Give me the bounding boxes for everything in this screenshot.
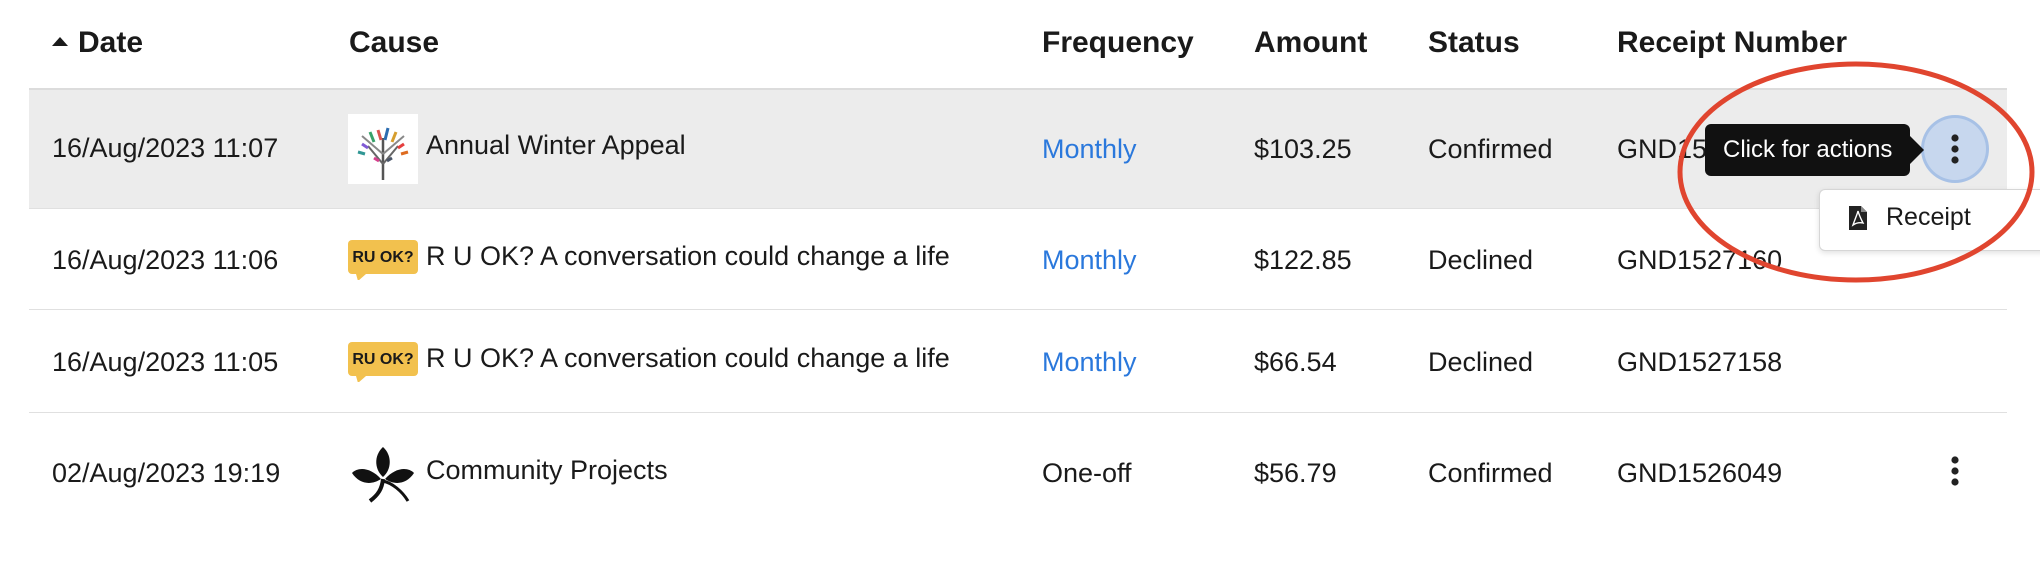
receipt-number-cell: GND1526049 [1617,458,1783,488]
ruok-logo-text: RU OK? [352,249,413,266]
kebab-menu-icon [1951,456,1959,486]
tooltip-text: Click for actions [1723,136,1893,163]
table-row[interactable]: 16/Aug/2023 11:05 RU OK? R U OK? A conve… [29,310,2007,413]
ruok-logo-icon: RU OK? [348,342,418,383]
receipt-number-cell: GND1527160 [1617,245,1783,275]
column-header-frequency[interactable]: Frequency [1042,26,1194,60]
pdf-file-icon [1849,205,1867,230]
actions-kebab-button[interactable] [1924,118,1986,180]
receipt-menu-item[interactable]: Receipt [1848,203,1971,232]
kebab-menu-icon [1951,134,1959,164]
column-header-status[interactable]: Status [1428,26,1520,60]
cause-cell: R U OK? A conversation could change a li… [426,343,950,373]
ruok-logo-icon: RU OK? [348,240,418,281]
donations-table: Date Cause Frequency Amount Status Recei… [29,0,2007,529]
cause-cell: Annual Winter Appeal [426,130,686,160]
date-cell: 16/Aug/2023 11:06 [52,245,279,275]
receipt-number-cell: GND1527158 [1617,347,1783,377]
date-cell: 16/Aug/2023 11:05 [52,347,279,377]
cause-cell: Community Projects [426,455,668,485]
frequency-link[interactable]: Monthly [1042,134,1137,165]
date-cell: 02/Aug/2023 19:19 [52,458,281,488]
frequency-link[interactable]: Monthly [1042,347,1137,378]
amount-cell: $66.54 [1254,347,1337,377]
leaf-logo-icon [348,437,418,507]
receipt-menu-label: Receipt [1886,203,1971,231]
frequency-link[interactable]: Monthly [1042,245,1137,276]
cause-cell: R U OK? A conversation could change a li… [426,241,950,271]
amount-cell: $122.85 [1254,245,1352,275]
date-cell: 16/Aug/2023 11:07 [52,133,279,163]
status-cell: Declined [1428,347,1534,377]
amount-cell: $103.25 [1254,134,1352,164]
table-row[interactable]: 02/Aug/2023 19:19 Community Projects One… [29,413,2007,529]
amount-cell: $56.79 [1254,458,1337,488]
frequency-cell: One-off [1042,458,1132,488]
status-cell: Declined [1428,245,1534,275]
table-row[interactable]: 16/Aug/2023 11:06 RU OK? R U OK? A conve… [29,209,2007,310]
status-cell: Confirmed [1428,134,1553,164]
column-header-date[interactable]: Date [52,26,143,60]
actions-dropdown-menu: Receipt [1819,189,2040,251]
sort-up-triangle-icon [52,37,68,46]
receipt-number-cell: GND15 [1617,134,1708,164]
tree-logo-icon [348,114,418,184]
column-header-cause[interactable]: Cause [349,26,439,60]
status-cell: Confirmed [1428,458,1553,488]
table-header: Date Cause Frequency Amount Status Recei… [29,0,2007,90]
column-header-receipt-number[interactable]: Receipt Number [1617,26,1847,60]
column-header-amount[interactable]: Amount [1254,26,1367,60]
ruok-logo-text: RU OK? [352,351,413,368]
actions-tooltip: Click for actions [1705,124,1925,176]
actions-kebab-button[interactable] [1933,449,1977,493]
